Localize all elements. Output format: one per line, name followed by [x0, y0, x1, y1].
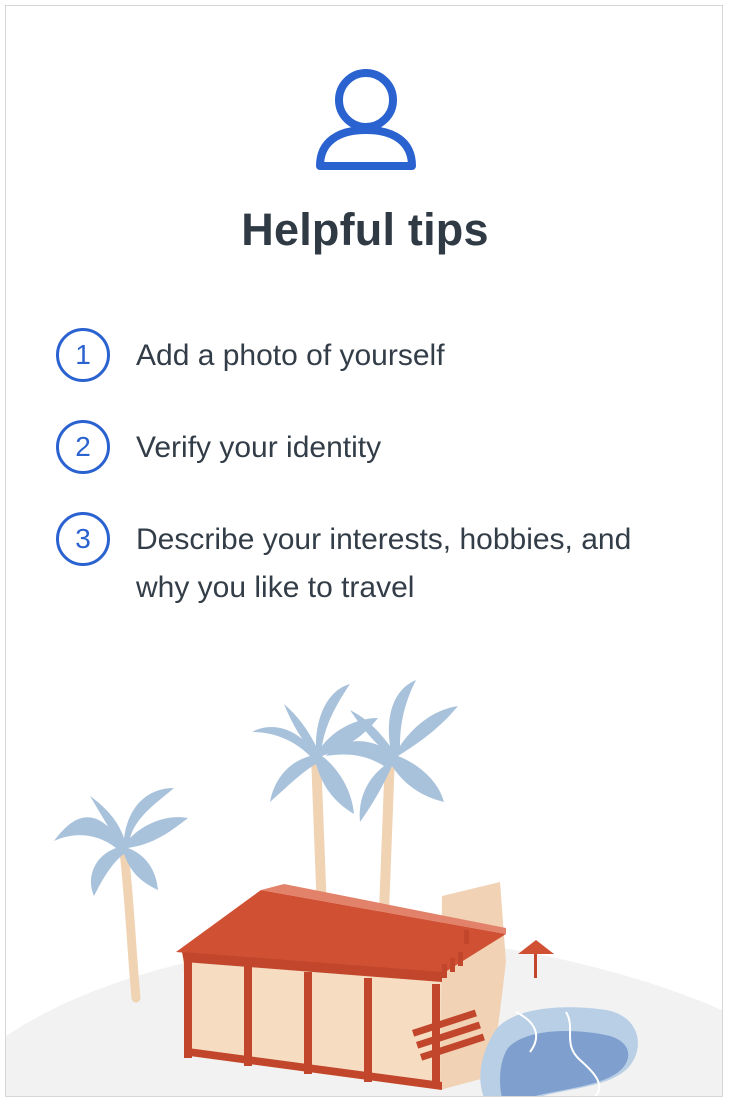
- page-title: Helpful tips: [241, 204, 489, 255]
- tip-number-badge: 2: [56, 420, 110, 474]
- tip-number-badge: 1: [56, 328, 110, 382]
- tip-text: Add a photo of yourself: [136, 339, 445, 372]
- tip-number-badge: 3: [56, 512, 110, 566]
- tips-list: 1 Add a photo of yourself 2 Verify your …: [56, 328, 696, 612]
- tip-item: 2 Verify your identity: [56, 420, 696, 474]
- person-icon: [316, 69, 416, 170]
- tip-item: 3 Describe your interests, hobbies, and …: [56, 512, 696, 612]
- helpful-tips-card: Helpful tips 1 Add a photo of yourself 2…: [5, 5, 723, 1097]
- tip-item: 1 Add a photo of yourself: [56, 328, 696, 382]
- tip-text: Verify your identity: [136, 431, 382, 464]
- tip-text: Describe your interests, hobbies, and wh…: [136, 523, 632, 604]
- beach-house-palms-illustration: [6, 680, 722, 1096]
